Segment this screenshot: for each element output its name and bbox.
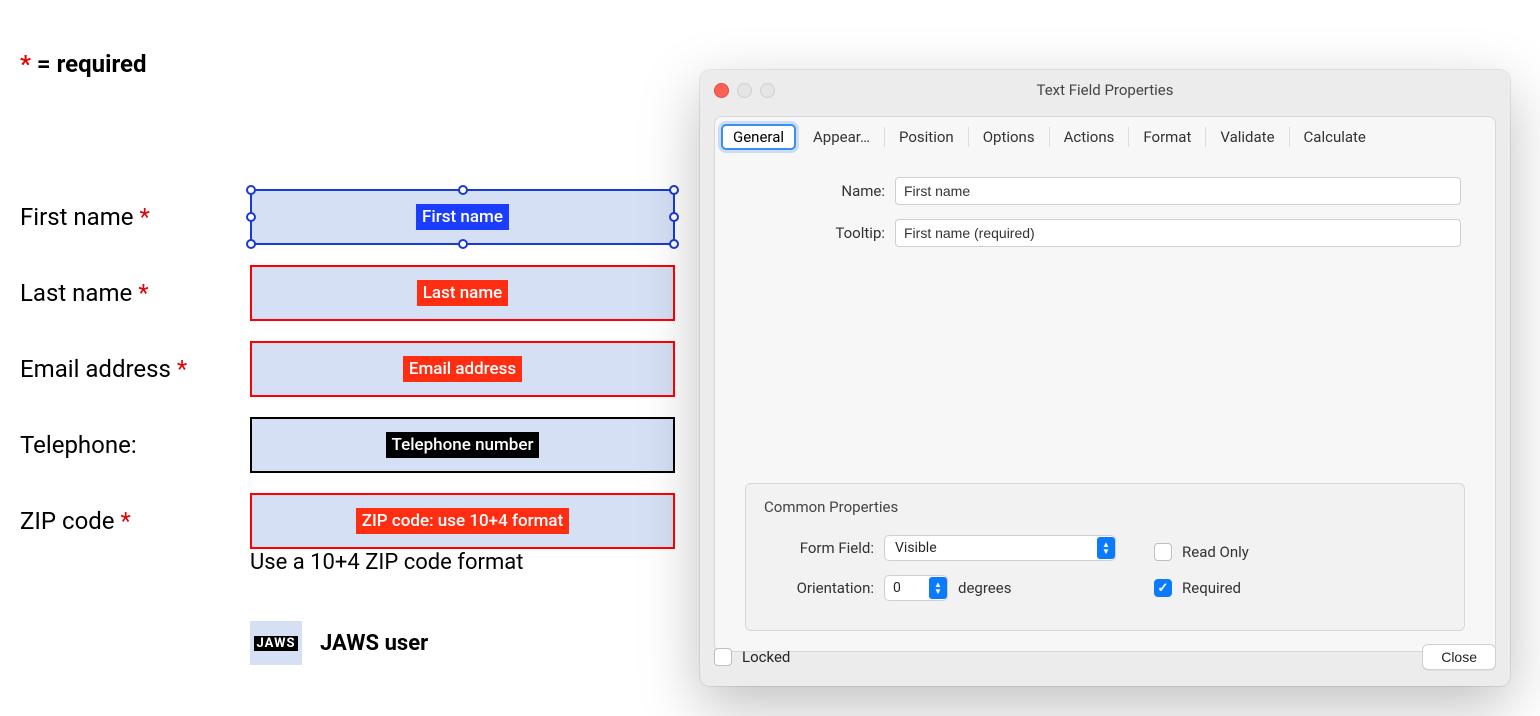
- label-last-name: Last name *: [20, 279, 250, 307]
- row-name: Name:: [715, 177, 1495, 205]
- label-locked: Locked: [742, 648, 790, 666]
- tab-validate[interactable]: Validate: [1208, 124, 1286, 150]
- form-row-last-name: Last name * Last name: [20, 264, 690, 322]
- tab-format[interactable]: Format: [1131, 124, 1203, 150]
- tab-options[interactable]: Options: [971, 124, 1047, 150]
- dialog-tabs: General Appear… Position Options Actions…: [714, 116, 1496, 157]
- label-zip: ZIP code *: [20, 507, 250, 535]
- field-email[interactable]: Email address: [250, 341, 675, 397]
- row-form-field: Form Field: Visible ▲▼: [764, 532, 1154, 564]
- label-telephone: Telephone:: [20, 431, 250, 459]
- field-first-name[interactable]: First name: [250, 189, 675, 245]
- field-telephone[interactable]: Telephone number: [250, 417, 675, 473]
- close-button[interactable]: Close: [1422, 644, 1496, 670]
- window-traffic-lights: [714, 83, 775, 98]
- footer-left: Locked: [714, 648, 790, 666]
- tab-divider: [884, 127, 885, 147]
- field-tag-telephone: Telephone number: [386, 432, 540, 458]
- tab-divider: [1049, 127, 1050, 147]
- text-field-properties-dialog: Text Field Properties General Appear… Po…: [700, 70, 1510, 686]
- dialog-footer: Locked Close: [714, 640, 1496, 674]
- required-legend-text: = required: [31, 50, 147, 78]
- window-minimize-icon: [737, 83, 752, 98]
- field-tag-zip: ZIP code: use 10+4 format: [356, 508, 570, 534]
- dialog-titlebar[interactable]: Text Field Properties: [700, 70, 1510, 110]
- field-tag-last-name: Last name: [417, 280, 509, 306]
- checkbox-locked[interactable]: [714, 648, 732, 666]
- tab-position[interactable]: Position: [887, 124, 966, 150]
- row-tooltip: Tooltip:: [715, 219, 1495, 247]
- select-orientation[interactable]: 0 ▲▼: [884, 575, 948, 601]
- row-read-only: Read Only: [1154, 536, 1446, 568]
- jaws-icon[interactable]: JAWS: [250, 621, 302, 665]
- resize-handle[interactable]: [669, 239, 679, 249]
- hint-zip: Use a 10+4 ZIP code format: [250, 550, 690, 575]
- jaws-user-label: JAWS user: [320, 631, 428, 656]
- required-legend: * = required: [20, 50, 690, 78]
- tab-actions[interactable]: Actions: [1052, 124, 1127, 150]
- resize-handle[interactable]: [458, 185, 468, 195]
- common-properties-title: Common Properties: [764, 498, 1446, 516]
- pdf-form-editor: * = required First name * First name: [20, 50, 690, 665]
- form-row-zip: ZIP code * ZIP code: use 10+4 format: [20, 492, 690, 550]
- tab-divider: [1128, 127, 1129, 147]
- tab-appearance[interactable]: Appear…: [801, 124, 882, 150]
- checkbox-read-only[interactable]: [1154, 543, 1172, 561]
- tab-general[interactable]: General: [721, 124, 796, 150]
- resize-handle[interactable]: [669, 185, 679, 195]
- general-fields: Name: Tooltip:: [715, 177, 1495, 261]
- field-last-name[interactable]: Last name: [250, 265, 675, 321]
- resize-handle[interactable]: [246, 185, 256, 195]
- resize-handle[interactable]: [669, 212, 679, 222]
- label-degrees: degrees: [958, 579, 1011, 597]
- dialog-panel: Name: Tooltip: Common Properties Form Fi…: [714, 157, 1496, 652]
- field-tag-email: Email address: [403, 356, 522, 382]
- form-row-first-name: First name * First name: [20, 188, 690, 246]
- field-tag-first-name: First name: [416, 204, 509, 230]
- form-row-telephone: Telephone: Telephone number: [20, 416, 690, 474]
- select-form-field[interactable]: Visible ▲▼: [884, 535, 1116, 561]
- label-read-only: Read Only: [1182, 543, 1249, 561]
- label-email: Email address *: [20, 355, 250, 383]
- resize-handle[interactable]: [246, 212, 256, 222]
- tab-divider: [798, 127, 799, 147]
- select-orientation-value: 0: [893, 580, 929, 596]
- select-arrows-icon: ▲▼: [1097, 537, 1115, 559]
- select-form-field-value: Visible: [895, 540, 1097, 556]
- label-form-field: Form Field:: [764, 539, 874, 557]
- label-required: Required: [1182, 579, 1241, 597]
- label-name: Name:: [715, 182, 885, 200]
- row-required: Required: [1154, 572, 1446, 604]
- label-first-name: First name *: [20, 203, 250, 231]
- common-properties: Common Properties Form Field: Visible ▲▼…: [745, 483, 1465, 631]
- required-asterisk: *: [20, 50, 31, 78]
- resize-handle[interactable]: [246, 239, 256, 249]
- checkbox-required[interactable]: [1154, 579, 1172, 597]
- tab-divider: [1289, 127, 1290, 147]
- dialog-title: Text Field Properties: [700, 81, 1510, 99]
- window-zoom-icon: [760, 83, 775, 98]
- form-row-email: Email address * Email address: [20, 340, 690, 398]
- field-zip[interactable]: ZIP code: use 10+4 format: [250, 493, 675, 549]
- input-tooltip[interactable]: [895, 219, 1461, 247]
- row-orientation: Orientation: 0 ▲▼ degrees: [764, 572, 1154, 604]
- label-orientation: Orientation:: [764, 579, 874, 597]
- tab-calculate[interactable]: Calculate: [1292, 124, 1378, 150]
- form-fields: First name * First name Last name * Last…: [20, 188, 690, 665]
- label-tooltip: Tooltip:: [715, 224, 885, 242]
- tab-divider: [968, 127, 969, 147]
- jaws-user-row: JAWS JAWS user: [250, 621, 690, 665]
- select-arrows-icon: ▲▼: [929, 577, 947, 599]
- input-name[interactable]: [895, 177, 1461, 205]
- resize-handle[interactable]: [458, 239, 468, 249]
- tab-divider: [1205, 127, 1206, 147]
- window-close-icon[interactable]: [714, 83, 729, 98]
